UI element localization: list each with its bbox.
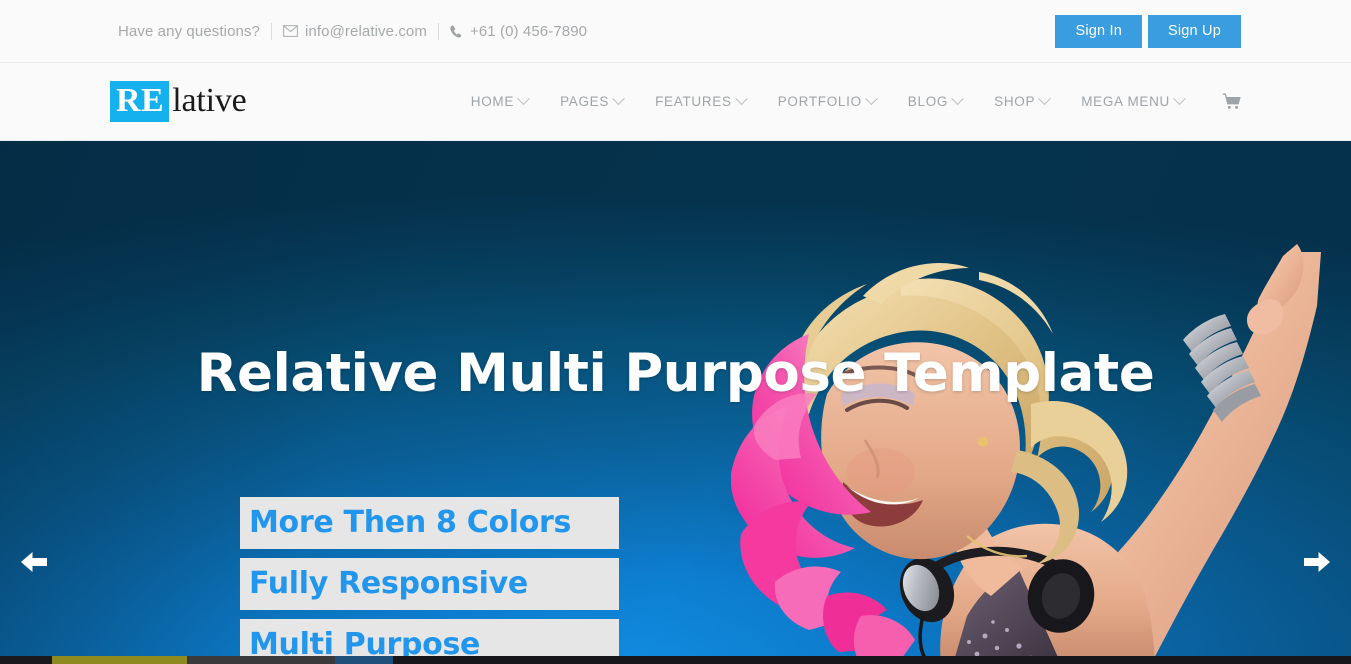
nav-label: PORTFOLIO [777,94,862,109]
nav-label: PAGES [560,94,610,109]
feature-box-colors: More Then 8 Colors [240,497,619,549]
nav-label: BLOG [907,94,949,109]
nav-item-blog[interactable]: BLOG [892,92,978,109]
auth-buttons: Sign In Sign Up [1055,14,1241,48]
strip-segment[interactable] [335,656,393,664]
shopping-cart-icon[interactable] [1200,93,1241,110]
strip-segment[interactable] [187,656,335,664]
chevron-down-icon [734,92,748,106]
chevron-down-icon [517,92,530,106]
nav-label: SHOP [994,94,1036,109]
phone-text: +61 (0) 456-7890 [469,22,588,40]
sign-up-button[interactable]: Sign Up [1148,14,1241,48]
logo-mark: RE [110,81,170,122]
logo[interactable]: RE lative [110,81,247,122]
email-text: info@relative.com [305,22,427,40]
feature-box-responsive: Fully Responsive [240,558,619,610]
arrow-left-icon [21,552,47,572]
strip-segment[interactable] [52,656,187,664]
arrow-right-icon [1304,552,1330,572]
strip-segment[interactable] [393,656,1351,664]
nav-label: HOME [470,94,515,109]
chevron-down-icon [1038,92,1052,106]
nav-item-features[interactable]: FEATURES [639,92,762,109]
nav-label: MEGA MENU [1081,94,1170,109]
questions-text: Have any questions? [118,22,260,40]
chevron-down-icon [864,92,878,106]
email-link[interactable]: info@relative.com [283,23,427,40]
chevron-down-icon [951,92,964,106]
nav-item-portfolio[interactable]: PORTFOLIO [762,92,892,109]
strip-segment[interactable] [0,656,52,664]
nav-item-home[interactable]: HOME [455,92,544,109]
slider-thumbnail-strip[interactable] [0,656,1351,664]
logo-text: lative [172,82,247,119]
top-bar-contact-info: Have any questions? info@relative.com +6… [118,22,587,40]
chevron-down-icon [612,92,625,106]
chevron-down-icon [1173,92,1186,106]
hero-title: Relative Multi Purpose Template [196,343,1155,404]
nav-item-pages[interactable]: PAGES [544,92,639,109]
site-header: RE lative HOME PAGES FEATURES PORTFOLIO … [0,63,1351,141]
main-navigation: HOME PAGES FEATURES PORTFOLIO BLOG SHOP … [455,92,1241,110]
top-bar: Have any questions? info@relative.com +6… [0,0,1351,63]
sign-in-button[interactable]: Sign In [1055,14,1142,48]
hero-photo-dancer [731,244,1351,664]
phone-icon [450,25,463,38]
slider-next-button[interactable] [1303,550,1331,574]
envelope-icon [283,25,298,37]
nav-item-shop[interactable]: SHOP [978,92,1065,109]
nav-label: FEATURES [655,94,732,109]
nav-item-mega-menu[interactable]: MEGA MENU [1065,92,1200,109]
slider-prev-button[interactable] [20,550,48,574]
hero-slider: Relative Multi Purpose Template More The… [0,141,1351,664]
hero-feature-list: More Then 8 Colors Fully Responsive Mult… [240,497,619,664]
divider [437,22,439,40]
phone-link[interactable]: +61 (0) 456-7890 [450,23,587,40]
divider [271,22,272,40]
